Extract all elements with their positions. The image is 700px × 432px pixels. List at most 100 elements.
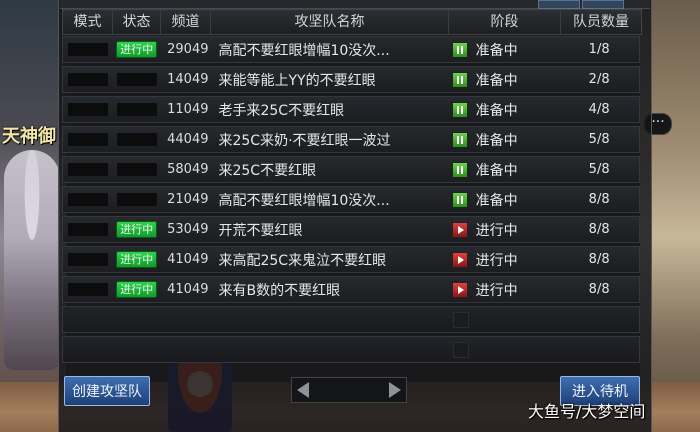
pause-icon — [451, 161, 468, 178]
status-badge: 进行中 — [116, 251, 158, 268]
empty-slot-icon — [453, 341, 469, 358]
party-name-cell: 高配不要红眼增幅10没次... — [218, 192, 390, 209]
mode-cell — [63, 127, 113, 152]
member-count-cell: 8/8 — [588, 222, 610, 237]
redacted-status — [116, 73, 157, 86]
left-character — [4, 150, 60, 370]
header-channel[interactable]: 频道 — [161, 10, 211, 34]
redacted-status — [116, 193, 157, 206]
party-name-cell: 来25C来奶·不要红眼一波过 — [218, 132, 391, 149]
empty-row — [62, 336, 640, 363]
member-count-cell: 8/8 — [588, 282, 610, 297]
channel-cell: 11049 — [167, 102, 209, 117]
redacted-mode — [67, 193, 108, 206]
redacted-mode — [67, 283, 108, 296]
table-row[interactable]: 44049 来25C来奶·不要红眼一波过 准备中 5/8 — [62, 126, 640, 153]
member-count-cell: 8/8 — [588, 192, 610, 207]
header-party-name[interactable]: 攻坚队名称 — [211, 10, 449, 34]
mode-cell — [63, 157, 113, 182]
status-cell — [113, 187, 161, 212]
channel-cell: 44049 — [167, 132, 209, 147]
arrow-right-icon — [389, 382, 401, 398]
arrow-left-icon — [297, 382, 309, 398]
header-member-count[interactable]: 队员数量 — [561, 10, 641, 34]
party-name-cell: 来高配25C来鬼泣不要红眼 — [218, 252, 387, 269]
watermark: 大鱼号/大梦空间 — [528, 402, 646, 421]
pause-icon — [451, 101, 468, 118]
channel-cell: 41049 — [167, 252, 209, 267]
stage-cell: 准备中 — [448, 97, 560, 122]
channel-cell: 41049 — [167, 282, 209, 297]
redacted-mode — [67, 73, 108, 86]
pause-icon — [451, 131, 468, 148]
mode-cell — [63, 277, 113, 302]
stage-cell: 进行中 — [448, 217, 560, 242]
redacted-mode — [67, 103, 108, 116]
redacted-status — [116, 163, 157, 176]
member-count-cell: 8/8 — [588, 252, 610, 267]
redacted-mode — [67, 133, 108, 146]
status-cell — [113, 157, 161, 182]
party-name-cell: 来有B数的不要红眼 — [218, 282, 341, 299]
stage-label: 进行中 — [475, 222, 518, 239]
table-row[interactable]: 58049 来25C不要红眼 准备中 5/8 — [62, 156, 640, 183]
mode-cell — [63, 67, 113, 92]
status-badge: 进行中 — [116, 41, 158, 58]
status-cell: 进行中 — [113, 247, 161, 272]
table-row[interactable]: 11049 老手来25C不要红眼 准备中 4/8 — [62, 96, 640, 123]
channel-cell: 29049 — [167, 42, 209, 57]
mode-cell — [63, 217, 113, 242]
member-count-cell: 2/8 — [588, 72, 610, 87]
stage-label: 准备中 — [475, 102, 518, 119]
play-icon — [451, 221, 468, 238]
stage-label: 准备中 — [475, 132, 518, 149]
table-row[interactable]: 21049 高配不要红眼增幅10没次... 准备中 8/8 — [62, 186, 640, 213]
redacted-status — [116, 133, 157, 146]
create-party-button[interactable]: 创建攻坚队 — [64, 376, 150, 406]
mode-cell — [63, 187, 113, 212]
empty-row — [62, 306, 640, 333]
status-cell: 进行中 — [113, 217, 161, 242]
pause-icon — [451, 191, 468, 208]
table-row[interactable]: 进行中 41049 来有B数的不要红眼 进行中 8/8 — [62, 276, 640, 303]
redacted-mode — [67, 223, 108, 236]
header-mode[interactable]: 模式 — [63, 10, 113, 34]
stage-cell: 进行中 — [448, 247, 560, 272]
party-name-cell: 来25C不要红眼 — [218, 162, 317, 179]
npc-name-label: 天神御 — [2, 126, 56, 147]
stage-cell: 准备中 — [448, 37, 560, 62]
party-name-cell: 开荒不要红眼 — [218, 222, 303, 239]
status-badge: 进行中 — [116, 221, 158, 238]
party-name-cell: 老手来25C不要红眼 — [218, 102, 345, 119]
pause-icon — [451, 41, 468, 58]
table-row[interactable]: 进行中 29049 高配不要红眼增幅10没次... 准备中 1/8 — [62, 36, 640, 63]
pager — [291, 377, 407, 403]
stage-cell: 准备中 — [448, 67, 560, 92]
stage-cell: 准备中 — [448, 157, 560, 182]
status-badge: 进行中 — [116, 281, 158, 298]
mode-cell — [63, 97, 113, 122]
stage-cell: 准备中 — [448, 187, 560, 212]
stage-label: 准备中 — [475, 72, 518, 89]
top-tab-button[interactable] — [582, 0, 624, 9]
table-row[interactable]: 进行中 53049 开荒不要红眼 进行中 8/8 — [62, 216, 640, 243]
play-icon — [451, 251, 468, 268]
table-row[interactable]: 进行中 41049 来高配25C来鬼泣不要红眼 进行中 8/8 — [62, 246, 640, 273]
top-tab-button[interactable] — [538, 0, 580, 9]
header-stage[interactable]: 阶段 — [449, 10, 561, 34]
redacted-mode — [67, 253, 108, 266]
channel-cell: 58049 — [167, 162, 209, 177]
prev-page-button[interactable] — [292, 379, 314, 401]
stage-label: 进行中 — [475, 282, 518, 299]
stage-label: 进行中 — [475, 252, 518, 269]
table-row[interactable]: 14049 来能等能上YY的不要红眼 准备中 2/8 — [62, 66, 640, 93]
channel-cell: 21049 — [167, 192, 209, 207]
channel-cell: 14049 — [167, 72, 209, 87]
stage-label: 准备中 — [475, 162, 518, 179]
redacted-status — [116, 103, 157, 116]
next-page-button[interactable] — [384, 379, 406, 401]
header-status[interactable]: 状态 — [113, 10, 161, 34]
status-cell — [113, 127, 161, 152]
stage-label: 准备中 — [475, 192, 518, 209]
status-cell: 进行中 — [113, 37, 161, 62]
